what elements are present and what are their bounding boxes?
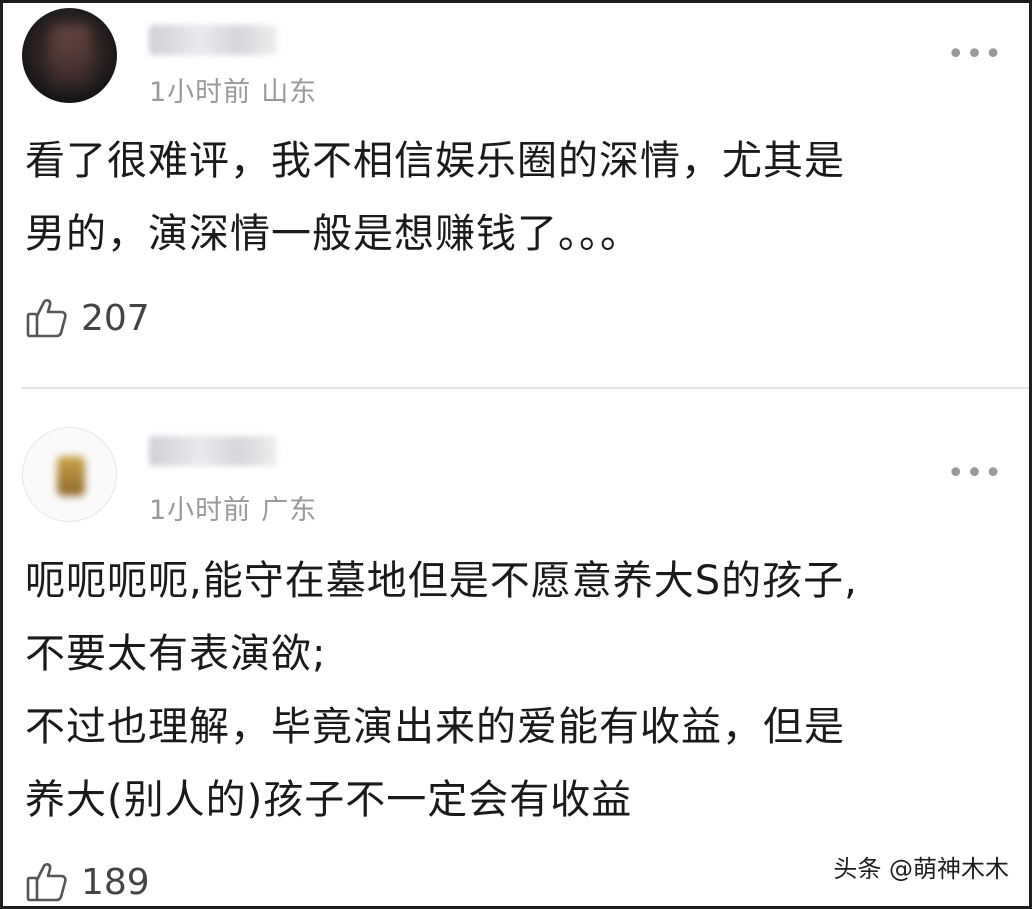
comment-time: 1小时前 — [149, 77, 252, 108]
comment-meta: 1小时前 山东 — [149, 70, 317, 109]
comment-item: 1小时前 山东 ••• 看了很难评，我不相信娱乐圈的深情，尤其是 男的，演深情一般… — [3, 3, 1029, 388]
screenshot-frame: 1小时前 山东 ••• 看了很难评，我不相信娱乐圈的深情，尤其是 男的，演深情一般… — [0, 0, 1032, 909]
comment-location: 广东 — [261, 495, 318, 526]
comment-item: 1小时前 广东 ••• 呃呃呃呃,能守在墓地但是不愿意养大S的孩子, 不要太有表演… — [3, 390, 1029, 906]
comment-text: 看了很难评，我不相信娱乐圈的深情，尤其是 男的，演深情一般是想赚钱了。。。 — [25, 138, 845, 257]
source-watermark: 头条 @萌神木木 — [833, 855, 1009, 883]
thumbs-up-icon — [25, 296, 69, 340]
username-blurred[interactable] — [149, 25, 277, 55]
comment-time: 1小时前 — [149, 495, 252, 526]
comment-location: 山东 — [261, 77, 318, 108]
thumbs-up-icon — [25, 860, 69, 904]
user-avatar[interactable] — [22, 427, 117, 522]
like-count: 189 — [81, 861, 150, 903]
username-blurred[interactable] — [149, 436, 277, 466]
like-count: 207 — [81, 297, 150, 339]
comment-meta: 1小时前 广东 — [149, 488, 317, 527]
comment-text: 呃呃呃呃,能守在墓地但是不愿意养大S的孩子, 不要太有表演欲; 不过也理解，毕竟… — [25, 558, 858, 823]
more-dots-icon[interactable]: ••• — [947, 40, 1003, 70]
more-dots-icon[interactable]: ••• — [947, 459, 1003, 489]
like-button[interactable]: 207 — [25, 293, 150, 343]
like-button[interactable]: 189 — [25, 857, 150, 906]
user-avatar[interactable] — [22, 8, 117, 103]
comment-divider — [21, 387, 1029, 389]
